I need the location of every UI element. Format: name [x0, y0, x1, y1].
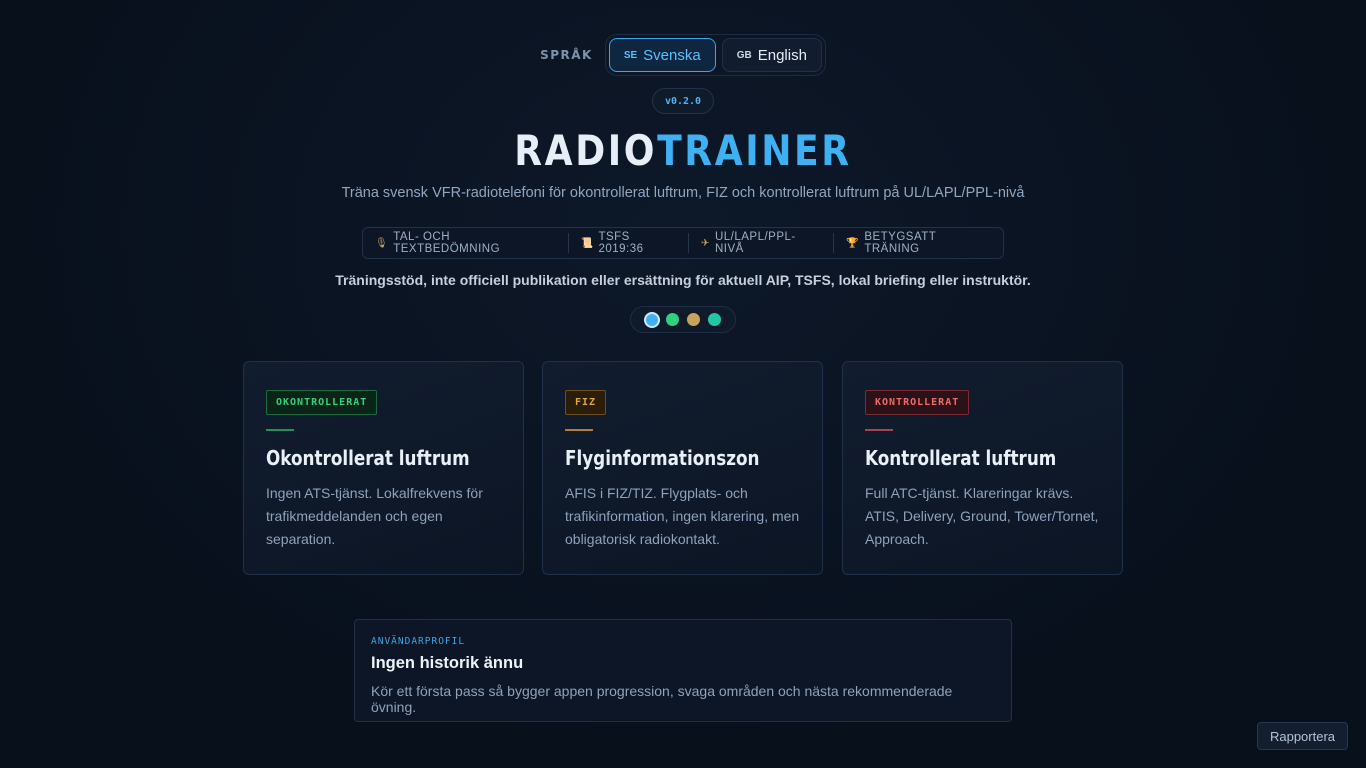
- language-selector: SPRÅK SE Svenska GB English: [0, 34, 1366, 76]
- title-part-trainer: TRAINER: [657, 126, 852, 175]
- feature-label: BETYGSATT TRÄNING: [864, 231, 937, 255]
- card-divider: [266, 429, 294, 431]
- language-button-svenska[interactable]: SE Svenska: [608, 38, 716, 72]
- card-divider: [565, 429, 593, 431]
- language-label: SPRÅK: [540, 48, 593, 62]
- version-badge: v0.2.0: [652, 88, 714, 114]
- card-title: Okontrollerat luftrum: [266, 446, 470, 470]
- card-divider: [865, 429, 893, 431]
- card-description: Full ATC-tjänst. Klareringar krävs. ATIS…: [865, 485, 1099, 547]
- report-button[interactable]: Rapportera: [1257, 722, 1348, 750]
- card-uncontrolled-airspace[interactable]: OKONTROLLERAT Okontrollerat luftrum Inge…: [243, 361, 524, 575]
- user-profile-panel: ANVÄNDARPROFIL Ingen historik ännu Kör e…: [354, 619, 1012, 722]
- profile-text: Kör ett första pass så bygger appen prog…: [371, 683, 953, 715]
- feature-item: 📜 TSFS 2019:36: [567, 231, 689, 255]
- page-subtitle: Träna svensk VFR-radiotelefoni för okont…: [341, 185, 1025, 201]
- feature-label: TSFS 2019:36: [598, 231, 644, 255]
- card-description: AFIS i FIZ/TIZ. Flygplats- och trafikinf…: [565, 485, 800, 547]
- card-title: Flyginformationszon: [565, 446, 760, 470]
- theme-dot-blue[interactable]: [645, 313, 658, 326]
- language-button-label: Svenska: [643, 46, 701, 64]
- flag-gb-icon: GB: [736, 49, 752, 61]
- feature-bar: 🎙 TAL- OCH TEXTBEDÖMNING 📜 TSFS 2019:36 …: [362, 227, 1004, 259]
- scroll-icon: 📜: [580, 237, 594, 249]
- flag-se-icon: SE: [623, 49, 638, 61]
- card-controlled-airspace[interactable]: KONTROLLERAT Kontrollerat luftrum Full A…: [842, 361, 1123, 575]
- disclaimer-text: Träningsstöd, inte officiell publikation…: [335, 272, 1031, 288]
- theme-dot-amber[interactable]: [686, 313, 700, 326]
- card-fiz[interactable]: FIZ Flyginformationszon AFIS i FIZ/TIZ. …: [542, 361, 823, 575]
- trophy-icon: 🏆: [846, 237, 860, 249]
- feature-item: 🎙 TAL- OCH TEXTBEDÖMNING: [363, 231, 568, 255]
- card-tag: FIZ: [565, 390, 607, 415]
- language-toggle-group: SE Svenska GB English: [604, 34, 826, 76]
- feature-label: UL/LAPL/PPL-NIVÅ: [714, 231, 796, 255]
- feature-label: TAL- OCH TEXTBEDÖMNING: [393, 231, 501, 255]
- profile-title: Ingen historik ännu: [371, 654, 524, 672]
- page-title: RADIOTRAINER: [96, 126, 1271, 175]
- profile-kicker: ANVÄNDARPROFIL: [371, 636, 466, 647]
- title-part-radio: RADIO: [514, 126, 658, 175]
- microphone-icon: 🎙: [375, 237, 389, 249]
- airplane-icon: ✈: [701, 237, 710, 249]
- theme-dot-green[interactable]: [665, 313, 679, 326]
- language-button-english[interactable]: GB English: [721, 38, 822, 72]
- card-description: Ingen ATS-tjänst. Lokalfrekvens för traf…: [266, 485, 483, 547]
- language-button-label: English: [757, 46, 807, 64]
- card-tag: KONTROLLERAT: [865, 390, 970, 415]
- theme-dot-teal[interactable]: [707, 313, 721, 326]
- theme-selector: [630, 306, 736, 333]
- card-tag: OKONTROLLERAT: [266, 390, 378, 415]
- card-title: Kontrollerat luftrum: [865, 446, 1057, 470]
- feature-item: 🏆 BETYGSATT TRÄNING: [833, 231, 1003, 255]
- feature-item: ✈ UL/LAPL/PPL-NIVÅ: [688, 231, 833, 255]
